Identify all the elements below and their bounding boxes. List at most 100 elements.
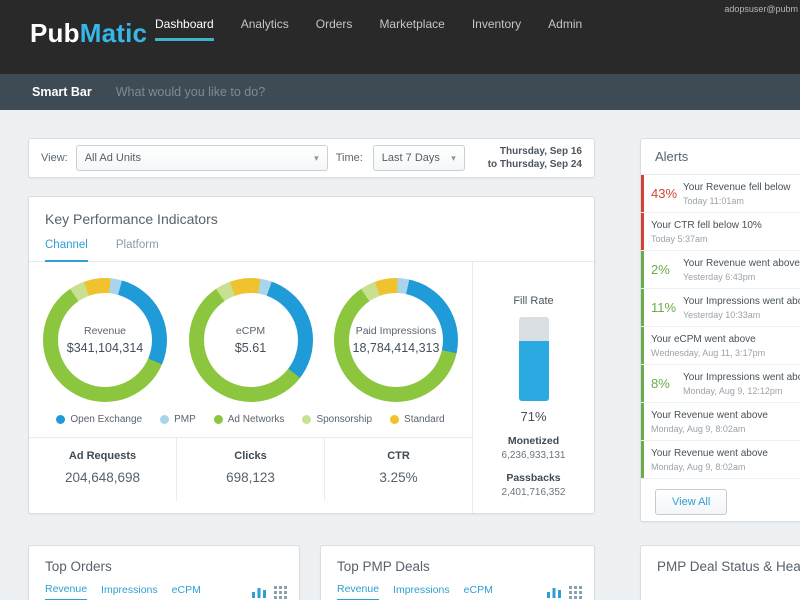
alert-percent: 2% [651, 262, 670, 277]
stat-clicks: Clicks 698,123 [176, 438, 324, 501]
donut-metric-value: $341,104,314 [66, 341, 144, 355]
stat-label: Clicks [234, 450, 267, 462]
tab-ecpm[interactable]: eCPM [172, 584, 201, 600]
nav-item-orders[interactable]: Orders [316, 17, 353, 41]
date-range-start: Thursday, Sep 16 [499, 146, 582, 157]
tab-revenue[interactable]: Revenue [337, 583, 380, 600]
alert-title: Your Revenue fell below [683, 181, 791, 193]
nav-item-dashboard[interactable]: Dashboard [155, 17, 214, 41]
alert-severity-bar [641, 213, 644, 250]
alert-severity-bar [641, 441, 644, 478]
alert-time: Yesterday 10:33am [683, 309, 761, 320]
card-title: Top Orders [45, 559, 112, 574]
nav-item-analytics[interactable]: Analytics [241, 17, 289, 41]
alert-text: Your Revenue went above Monday, Aug 9, 8:… [651, 448, 768, 472]
bar-chart-icon[interactable] [547, 586, 561, 598]
donut-center: eCPM $5.61 [203, 293, 298, 387]
table-grid-icon[interactable] [274, 585, 287, 599]
user-email[interactable]: adopsuser@pubm [724, 4, 798, 14]
legend-label: PMP [174, 414, 196, 425]
alert-text: Your Revenue fell below Today 11:01am [683, 182, 790, 206]
donut-chart-ecpm: eCPM $5.61 [188, 278, 313, 402]
smart-bar-label: Smart Bar [32, 85, 92, 99]
filter-bar: View: All Ad Units ▾ Time: Last 7 Days ▾… [28, 138, 595, 178]
alert-time: Wednesday, Aug 11, 3:17pm [651, 347, 766, 358]
alert-item[interactable]: 8% Your Impressions went above Monday, Aug… [641, 365, 800, 403]
alert-severity-bar [641, 175, 644, 212]
donut-chart-paid-impressions: Paid Impressions 18,784,414,313 [334, 278, 458, 402]
stat-ctr: CTR 3.25% [324, 438, 472, 501]
alerts-panel: Alerts 43% Your Revenue fell below Today 1… [640, 138, 800, 522]
legend-item-ad-networks: Ad Networks [213, 414, 284, 425]
chevron-down-icon: ▾ [451, 152, 456, 163]
view-select-value: All Ad Units [84, 152, 141, 164]
top-nav: PubMatic Dashboard Analytics Orders Marketp… [0, 0, 800, 74]
alert-item[interactable]: 11% Your Impressions went above Yesterday … [641, 289, 800, 327]
time-label: Time: [335, 152, 363, 164]
tab-platform[interactable]: Platform [116, 239, 159, 261]
chevron-down-icon: ▾ [314, 152, 319, 163]
donut-metric-value: 18,784,414,313 [352, 341, 440, 355]
alert-text: Your Revenue went above Monday, Aug 9, 8:… [651, 410, 768, 434]
alert-severity-bar [641, 365, 644, 402]
stat-value: 3.25% [379, 470, 418, 485]
bar-chart-icon[interactable] [252, 586, 266, 598]
kpi-title: Key Performance Indicators [45, 211, 218, 227]
time-select-value: Last 7 Days [381, 152, 440, 164]
alert-item[interactable]: 43% Your Revenue fell below Today 11:01am [641, 175, 800, 213]
alert-title: Your eCPM went above [651, 333, 756, 345]
legend-dot [56, 415, 66, 424]
alert-item[interactable]: Your eCPM went above Wednesday, Aug 11, 3… [641, 327, 800, 365]
alert-percent: 11% [651, 300, 677, 315]
donut-chart-revenue: Revenue $341,104,314 [43, 278, 167, 402]
time-select[interactable]: Last 7 Days ▾ [372, 145, 465, 171]
tab-impressions[interactable]: Impressions [393, 584, 450, 600]
donut-metric-label: Revenue [83, 325, 127, 337]
stat-ad-requests: Ad Requests 204,648,698 [29, 438, 176, 501]
tab-ecpm[interactable]: eCPM [464, 584, 493, 600]
donut-center: Paid Impressions 18,784,414,313 [349, 293, 443, 387]
alert-time: Monday, Aug 9, 8:02am [651, 461, 746, 472]
smart-bar: Smart Bar [0, 74, 800, 110]
top-pmp-deals-card: Top PMP Deals Revenue Impressions eCPM [320, 545, 595, 600]
kpi-card: Key Performance Indicators Channel Platfo… [28, 196, 595, 514]
mini-tabs-1: Revenue Impressions eCPM [321, 583, 594, 600]
kpi-main: Revenue $341,104,314 eCPM $5.61 Paid Impress… [29, 262, 472, 501]
passbacks-value: 2,401,716,352 [501, 487, 566, 498]
tab-impressions[interactable]: Impressions [101, 584, 158, 600]
smart-bar-input[interactable] [115, 85, 436, 99]
alert-item[interactable]: 2% Your Revenue went above Yesterday 6:43p… [641, 251, 800, 289]
nav-item-inventory[interactable]: Inventory [472, 17, 521, 41]
view-select[interactable]: All Ad Units ▾ [75, 145, 328, 171]
alert-text: Your Impressions went above Yesterday 10:… [683, 296, 800, 320]
mini-icons [547, 585, 582, 599]
nav-item-marketplace[interactable]: Marketplace [379, 17, 444, 41]
logo-text-pub: Pub [30, 18, 80, 48]
tab-revenue[interactable]: Revenue [45, 583, 88, 600]
nav-item-admin[interactable]: Admin [548, 17, 582, 41]
table-grid-icon[interactable] [569, 585, 582, 599]
tab-channel[interactable]: Channel [45, 239, 88, 262]
alerts-list: 43% Your Revenue fell below Today 11:01am Y… [641, 175, 800, 479]
alert-title: Your CTR fell below 10% [651, 219, 762, 231]
legend-dot [302, 415, 312, 424]
alerts-title: Alerts [641, 139, 800, 175]
alert-item[interactable]: Your Revenue went above Monday, Aug 9, 8:… [641, 403, 800, 441]
legend-item-sponsorship: Sponsorship [302, 414, 372, 425]
alert-item[interactable]: Your Revenue went above Monday, Aug 9, 8:… [641, 441, 800, 479]
chart-legend: Open Exchange PMP Ad Networks Sponsorship St… [29, 414, 472, 425]
donut-row: Revenue $341,104,314 eCPM $5.61 Paid Impress… [29, 262, 472, 402]
view-label: View: [41, 152, 68, 164]
alert-title: Your Revenue went above [683, 257, 800, 269]
mini-icons [252, 585, 287, 599]
view-all-button[interactable]: View All [655, 489, 728, 515]
alert-severity-bar [641, 251, 644, 288]
alert-item[interactable]: Your CTR fell below 10% Today 5:37am [641, 213, 800, 251]
fill-rate-panel: Fill Rate 71% Monetized 6,236,933,131 Pa… [472, 261, 594, 513]
legend-item-standard: Standard [390, 414, 445, 425]
legend-item-pmp: PMP [160, 414, 196, 425]
alert-text: Your Impressions went above Monday, Aug 9… [683, 372, 800, 396]
legend-label: Standard [404, 414, 445, 425]
fill-rate-value: 71% [520, 409, 547, 424]
main-nav: Dashboard Analytics Orders Marketplace Inven… [155, 17, 582, 41]
